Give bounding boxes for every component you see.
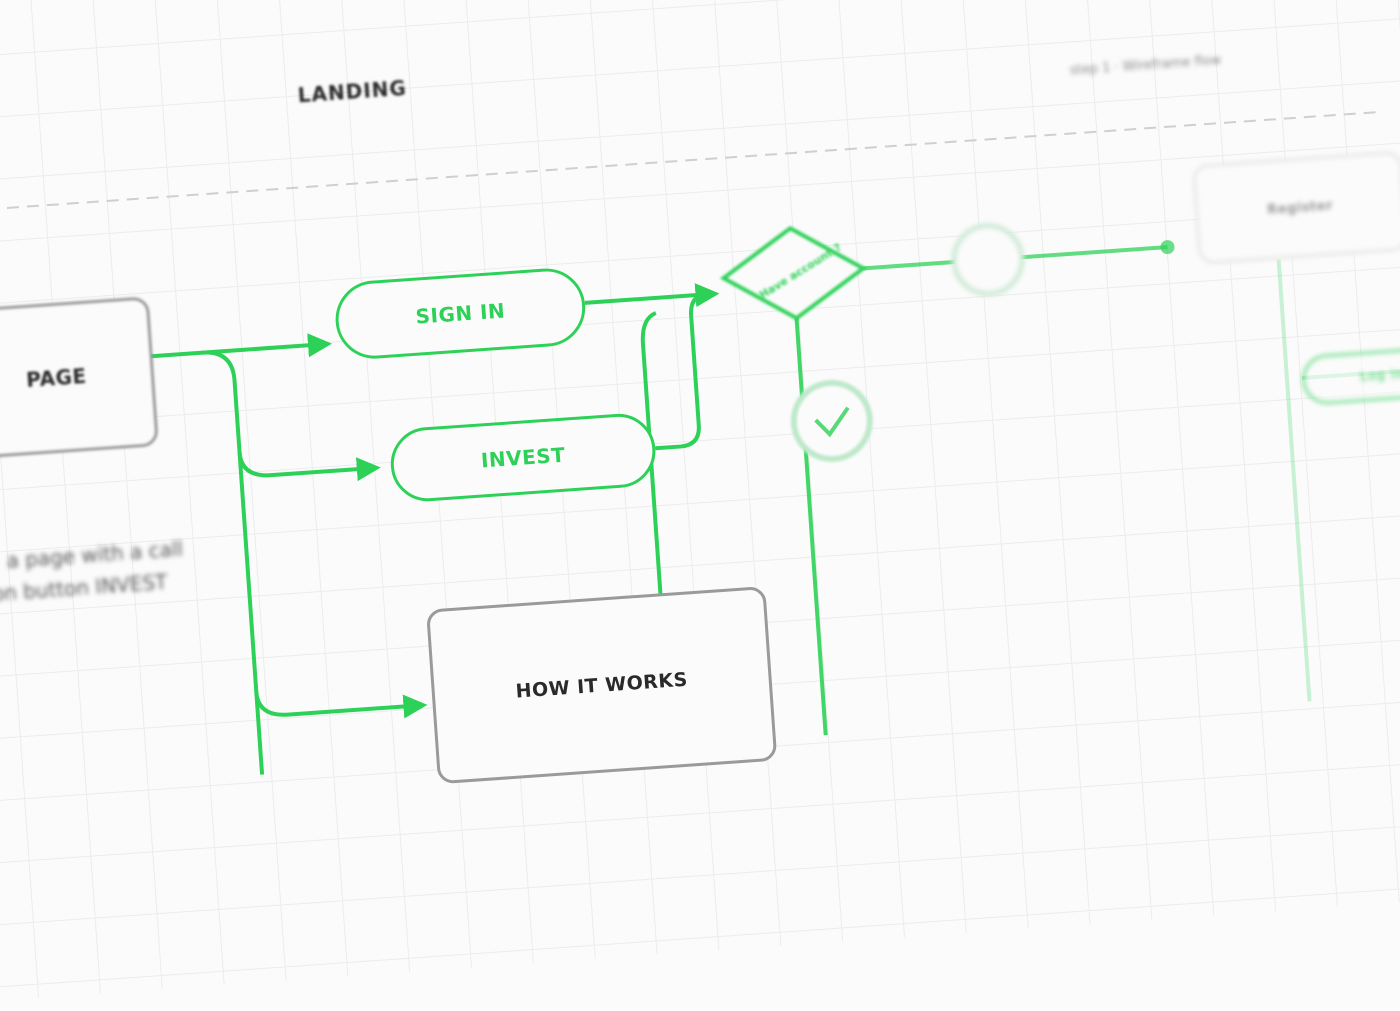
landing-page-box[interactable]: PAGE <box>0 296 159 460</box>
connector-to-invest <box>237 452 381 482</box>
cross-icon <box>951 223 1025 297</box>
invest-label: INVEST <box>480 442 567 473</box>
connector-right-down <box>1276 259 1313 719</box>
header-divider <box>0 110 1384 211</box>
how-it-works-label: HOW IT WORKS <box>514 668 689 703</box>
connector-trunk <box>202 350 266 791</box>
right-junction-dot <box>1160 240 1175 255</box>
connector-to-sign-in <box>147 333 332 359</box>
flow-canvas: LANDING step 1 · Wireframe flow PAGE SIG… <box>0 0 1400 1011</box>
connector-to-how-it-works <box>254 691 428 719</box>
check-icon <box>790 379 873 462</box>
sign-in-label: SIGN IN <box>414 298 506 329</box>
connector-invest-to-decision <box>655 292 707 451</box>
how-it-works-box[interactable]: HOW IT WORKS <box>425 585 778 785</box>
register-box[interactable]: Register <box>1191 150 1400 265</box>
landing-page-label: PAGE <box>25 363 88 392</box>
login-pill-label: Log in <box>1359 366 1400 384</box>
register-label: Register <box>1266 197 1334 218</box>
